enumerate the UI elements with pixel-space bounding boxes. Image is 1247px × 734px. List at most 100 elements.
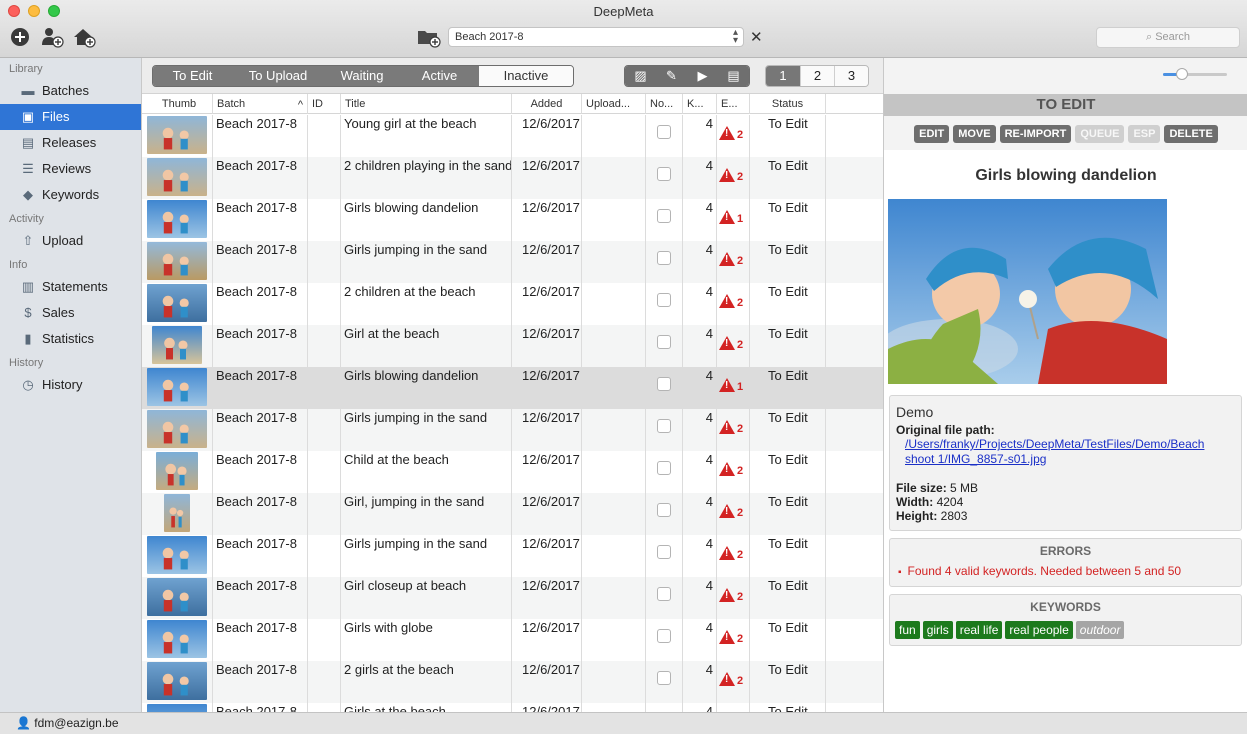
column-header-upload[interactable]: Upload... [582, 94, 646, 114]
row-checkbox[interactable] [657, 503, 671, 517]
column-header-thumb[interactable]: Thumb [142, 94, 213, 114]
table-row[interactable]: Beach 2017-8 Girls jumping in the sand 12/… [142, 535, 883, 577]
column-header-k[interactable]: K... [683, 94, 717, 114]
tab-to-edit[interactable]: To Edit [153, 66, 232, 86]
table-row[interactable]: Beach 2017-8 Girls blowing dandelion 12/6/… [142, 367, 883, 409]
row-checkbox[interactable] [657, 335, 671, 349]
row-checkbox[interactable] [657, 251, 671, 265]
slider-knob[interactable] [1176, 68, 1189, 80]
keyword-tag[interactable]: real people [1005, 621, 1073, 639]
re-import-button[interactable]: RE-IMPORT [999, 125, 1072, 143]
error-badge[interactable]: 2 [719, 672, 743, 687]
sidebar-item-keywords[interactable]: ◆ Keywords [0, 182, 141, 208]
row-checkbox[interactable] [657, 671, 671, 685]
row-checkbox[interactable] [657, 629, 671, 643]
error-badge[interactable]: 2 [719, 630, 743, 645]
row-checkbox[interactable] [657, 545, 671, 559]
row-checkbox[interactable] [657, 167, 671, 181]
row-checkbox[interactable] [657, 419, 671, 433]
error-badge[interactable]: 2 [719, 420, 743, 435]
search-input[interactable]: ⌕ Search [1096, 27, 1240, 48]
clear-batch-button[interactable]: ✕ [750, 28, 763, 46]
thumbnail-image [147, 536, 207, 574]
sidebar-item-sales[interactable]: $ Sales [0, 300, 141, 326]
table-row[interactable]: Beach 2017-8 Girl closeup at beach 12/6/20… [142, 577, 883, 619]
page-tab-2[interactable]: 2 [800, 66, 834, 86]
column-header-batch[interactable]: Batch ^ [213, 94, 308, 114]
table-row[interactable]: Beach 2017-8 Young girl at the beach 12/6/… [142, 115, 883, 157]
row-checkbox[interactable] [657, 209, 671, 223]
column-header-title[interactable]: Title [341, 94, 512, 114]
page-tab-3[interactable]: 3 [834, 66, 868, 86]
id-cell [308, 619, 341, 661]
original-path-link[interactable]: /Users/franky/Projects/DeepMeta/TestFile… [896, 437, 1235, 467]
row-checkbox[interactable] [657, 293, 671, 307]
edit-brush-icon[interactable]: ✎ [656, 66, 687, 86]
id-cell [308, 199, 341, 241]
keyword-tag[interactable]: outdoor [1075, 621, 1125, 639]
column-header-e[interactable]: E... [717, 94, 750, 114]
error-badge[interactable]: 2 [719, 126, 743, 141]
column-header-id[interactable]: ID [308, 94, 341, 114]
column-header-status[interactable]: Status [750, 94, 826, 114]
thumb-cell [142, 703, 213, 712]
play-icon[interactable]: ▶ [687, 66, 718, 86]
sidebar-item-statements[interactable]: ▥ Statements [0, 274, 141, 300]
table-row[interactable]: Beach 2017-8 Girls jumping in the sand 12/… [142, 241, 883, 283]
sidebar-item-releases[interactable]: ▤ Releases [0, 130, 141, 156]
row-checkbox[interactable] [657, 377, 671, 391]
sidebar-item-statistics[interactable]: ▮ Statistics [0, 326, 141, 352]
detail-view-icon[interactable]: ▤ [718, 66, 749, 86]
delete-button[interactable]: DELETE [1164, 125, 1218, 143]
error-badge[interactable]: 2 [719, 588, 743, 603]
add-user-icon[interactable] [40, 26, 64, 48]
id-cell [308, 535, 341, 577]
error-badge[interactable]: 2 [719, 462, 743, 477]
column-header-no[interactable]: No... [646, 94, 683, 114]
error-badge[interactable]: 1 [719, 378, 743, 393]
error-badge[interactable]: 2 [719, 252, 743, 267]
table-row[interactable]: Beach 2017-8 2 children playing in the sa… [142, 157, 883, 199]
error-badge[interactable]: 2 [719, 168, 743, 183]
row-checkbox[interactable] [657, 461, 671, 475]
table-row[interactable]: Beach 2017-8 2 children at the beach 12/6/… [142, 283, 883, 325]
tab-active[interactable]: Active [400, 66, 479, 86]
error-badge[interactable]: 1 [719, 210, 743, 225]
table-row[interactable]: Beach 2017-8 2 girls at the beach 12/6/201… [142, 661, 883, 703]
sidebar-item-upload[interactable]: ⇧ Upload [0, 228, 141, 254]
sidebar-item-files[interactable]: ▣ Files [0, 104, 141, 130]
keyword-tag[interactable]: girls [922, 621, 953, 639]
table-row[interactable]: Beach 2017-8 Girls with globe12/6/2017 4 2T… [142, 619, 883, 661]
row-checkbox[interactable] [657, 587, 671, 601]
table-row[interactable]: Beach 2017-8 Girls jumping in the sand 12/… [142, 409, 883, 451]
error-badge[interactable]: 2 [719, 504, 743, 519]
table-row[interactable]: Beach 2017-8 Girl at the beach12/6/2017 4 2… [142, 325, 883, 367]
sidebar-item-batches[interactable]: ▬ Batches [0, 78, 141, 104]
edit-button[interactable]: EDIT [914, 125, 950, 143]
user-email[interactable]: fdm@eazign.be [34, 716, 118, 730]
table-row[interactable]: Beach 2017-8 Child at the beach 12/6/2017 4… [142, 451, 883, 493]
column-header-added[interactable]: Added [512, 94, 582, 114]
keyword-tag[interactable]: fun [895, 621, 920, 639]
tab-waiting[interactable]: Waiting [324, 66, 400, 86]
move-button[interactable]: MOVE [953, 125, 996, 143]
table-row[interactable]: Beach 2017-8 Girl, jumping in the sand 12/… [142, 493, 883, 535]
batch-select[interactable]: Beach 2017-8 ▴ ▾ [448, 27, 744, 47]
error-badge[interactable]: 2 [719, 294, 743, 309]
sidebar-item-reviews[interactable]: ☰ Reviews [0, 156, 141, 182]
row-checkbox[interactable] [657, 125, 671, 139]
image-view-icon[interactable]: ▨ [625, 66, 656, 86]
thumbnail-size-slider[interactable] [1163, 68, 1227, 80]
page-tab-1[interactable]: 1 [766, 66, 800, 86]
table-row[interactable]: Beach 2017-8 Girls at the beach 12/6/2017 4… [142, 703, 883, 712]
sidebar-item-history[interactable]: ◷ History [0, 372, 141, 398]
table-row[interactable]: Beach 2017-8 Girls blowing dandelion 12/6/… [142, 199, 883, 241]
add-circle-icon[interactable] [8, 26, 32, 48]
add-home-icon[interactable] [72, 26, 96, 48]
tab-to-upload[interactable]: To Upload [232, 66, 324, 86]
error-badge[interactable]: 2 [719, 546, 743, 561]
keyword-tag[interactable]: real life [955, 621, 1003, 639]
tab-inactive[interactable]: Inactive [479, 66, 573, 86]
error-badge[interactable]: 2 [719, 336, 743, 351]
folder-add-icon[interactable] [417, 26, 441, 48]
